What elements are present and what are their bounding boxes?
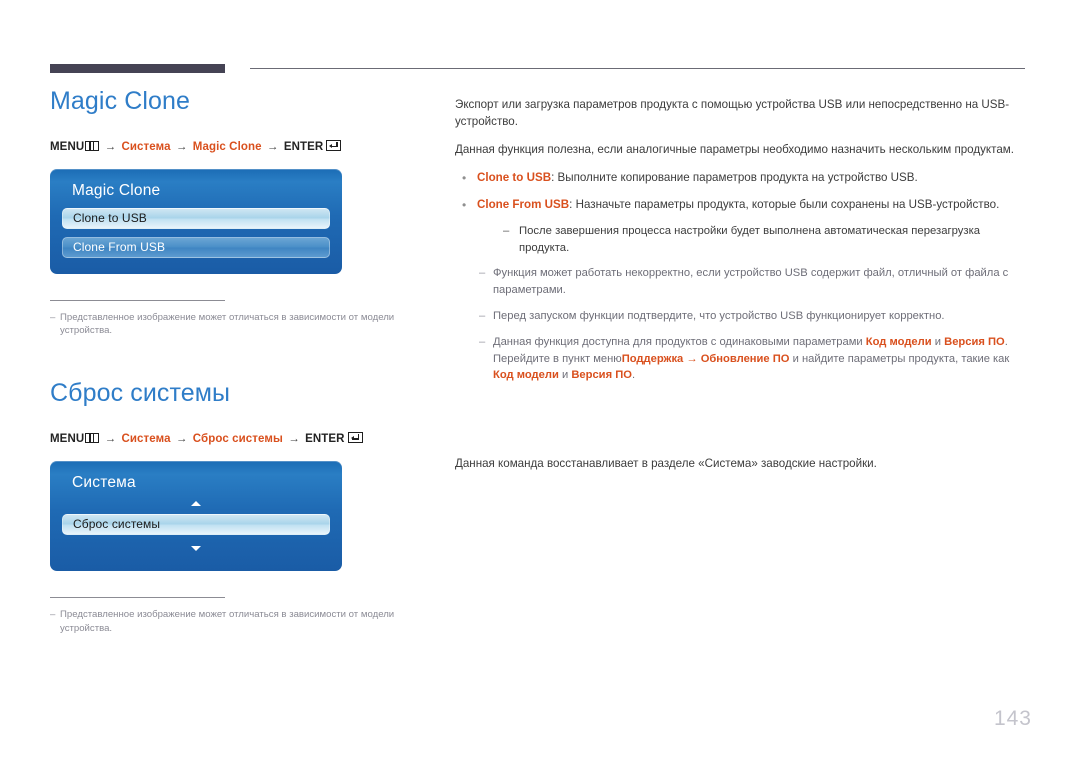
enter-button-label: ENTER	[283, 140, 324, 153]
note-text: Данная функция доступна для продуктов с …	[493, 334, 1027, 384]
note-model-code-sw-version: – Данная функция доступна для продуктов …	[479, 334, 1027, 384]
path-step-system-reset: Сброс системы	[192, 432, 283, 445]
menu-button-label: MENU	[50, 432, 85, 445]
note-text: Функция может работать некорректно, если…	[493, 267, 1009, 297]
note-term-sw-version: Версия ПО	[944, 335, 1005, 348]
page-number: 143	[993, 707, 1032, 730]
triangle-down-icon	[191, 546, 201, 552]
path-arrow-2: →	[175, 140, 188, 153]
bullet-description: : Назначьте параметры продукта, которые …	[569, 198, 1000, 212]
path-arrow-3: →	[288, 432, 300, 445]
menu-grid-icon	[85, 432, 100, 443]
osd-item-system-reset[interactable]: Сброс системы	[62, 513, 330, 535]
footnote-text: Представленное изображение может отличат…	[60, 311, 395, 337]
bullet-marker: •	[462, 171, 467, 186]
manual-page: Magic Clone MENU → Система → Magic Clone…	[0, 0, 1080, 763]
menu-grid-icon	[85, 140, 100, 151]
osd-item-clone-from-usb[interactable]: Clone From USB	[62, 236, 330, 258]
osd-panel-magic-clone: Magic Clone Clone to USB Clone From USB	[50, 168, 342, 274]
note-term-sw-update: Обновление ПО	[700, 352, 790, 365]
bullet-clone-from-usb: • Clone From USB: Назначьте параметры пр…	[455, 196, 1027, 214]
body-paragraph-1: Экспорт или загрузка параметров продукта…	[455, 98, 1010, 129]
bullet-marker: •	[462, 198, 467, 213]
osd-title: Magic Clone	[72, 181, 161, 199]
path-arrow-1: →	[104, 140, 117, 153]
sub-note-reboot: – После завершения процесса настройки бу…	[503, 223, 1027, 257]
page-title-system-reset: Сброс системы	[50, 379, 231, 408]
osd-item-label: Clone From USB	[73, 240, 166, 255]
right-column: Экспорт или загрузка параметров продукта…	[455, 96, 1027, 472]
menu-button-label: MENU	[50, 140, 85, 153]
note-term-sw-version-2: Версия ПО	[571, 369, 632, 382]
note-dash: –	[479, 335, 486, 348]
footnote-row: – Представленное изображение может отлич…	[50, 311, 400, 339]
bullet-description: : Выполните копирование параметров проду…	[551, 171, 918, 185]
footnote-row: – Представленное изображение может отлич…	[50, 608, 400, 636]
page-title-magic-clone: Magic Clone	[50, 87, 191, 115]
note-seg-6: .	[631, 369, 636, 382]
note-usb-file: – Функция может работать некорректно, ес…	[479, 265, 1027, 299]
footnote-block-system-reset: – Представленное изображение может отлич…	[50, 596, 400, 636]
right-column-spacer	[455, 393, 1027, 455]
path-step-magic-clone: Magic Clone	[192, 140, 262, 153]
bullet-text: Clone to USB: Выполните копирование пара…	[477, 169, 1027, 187]
note-term-model-code-2: Код модели	[493, 369, 559, 382]
path-arrow-3: →	[266, 140, 279, 153]
body-paragraph-2: Данная функция полезна, если аналогичные…	[455, 143, 1014, 157]
enter-return-icon	[326, 139, 342, 151]
note-seg-2: и	[931, 335, 945, 348]
note-seg-5: и	[558, 369, 572, 382]
header-rule	[50, 63, 1025, 75]
bullet-label: Clone From USB	[477, 198, 570, 212]
footnote-separator	[50, 299, 225, 301]
path-step-system: Система	[121, 140, 171, 153]
header-rule-thick	[50, 64, 225, 73]
osd-scroll-up[interactable]	[62, 498, 330, 510]
osd-item-clone-to-usb[interactable]: Clone to USB	[62, 207, 330, 229]
footnote-dash: –	[50, 311, 56, 323]
path-arrow-1: →	[104, 432, 117, 445]
enter-button-label: ENTER	[305, 432, 345, 445]
sub-note-dash: –	[503, 225, 510, 238]
osd-item-label: Clone to USB	[73, 211, 147, 226]
osd-scroll-down[interactable]	[62, 543, 330, 555]
bullet-text: Clone From USB: Назначьте параметры прод…	[477, 196, 1027, 214]
sub-note-text: После завершения процесса настройки буде…	[519, 225, 981, 255]
note-seg-4: и найдите параметры продукта, такие как	[789, 352, 1010, 365]
footnote-separator	[50, 596, 225, 598]
footnote-block-magic-clone: – Представленное изображение может отлич…	[50, 299, 400, 339]
menu-path-magic-clone: MENU → Система → Magic Clone → ENTER	[50, 139, 440, 153]
footnote-text: Представленное изображение может отличат…	[60, 608, 395, 634]
note-seg-1: Данная функция доступна для продуктов с …	[493, 335, 866, 348]
osd-title: Система	[72, 473, 136, 491]
bullet-clone-to-usb: • Clone to USB: Выполните копирование па…	[455, 169, 1027, 187]
enter-return-icon	[347, 431, 363, 443]
menu-path-system-reset: MENU → Система → Сброс системы → ENTER	[50, 431, 440, 445]
note-usb-check: – Перед запуском функции подтвердите, чт…	[479, 308, 1027, 325]
note-text: Перед запуском функции подтвердите, что …	[493, 309, 945, 322]
header-rule-thin	[250, 68, 1025, 69]
note-dash: –	[479, 309, 486, 322]
path-arrow-2: →	[175, 432, 188, 445]
left-column: Magic Clone MENU → Система → Magic Clone…	[50, 87, 440, 636]
bullet-label: Clone to USB	[477, 171, 552, 185]
note-dash: –	[479, 267, 486, 280]
path-step-system: Система	[121, 432, 171, 445]
note-term-model-code: Код модели	[865, 335, 932, 348]
footnote-dash: –	[50, 608, 56, 620]
osd-item-label: Сброс системы	[73, 517, 161, 532]
osd-panel-system: Система Сброс системы	[50, 460, 342, 571]
triangle-up-icon	[191, 501, 201, 507]
note-term-arrow: →	[683, 352, 701, 365]
note-term-support: Поддержка	[621, 352, 684, 365]
system-reset-paragraph: Данная команда восстанавливает в разделе…	[455, 457, 877, 471]
